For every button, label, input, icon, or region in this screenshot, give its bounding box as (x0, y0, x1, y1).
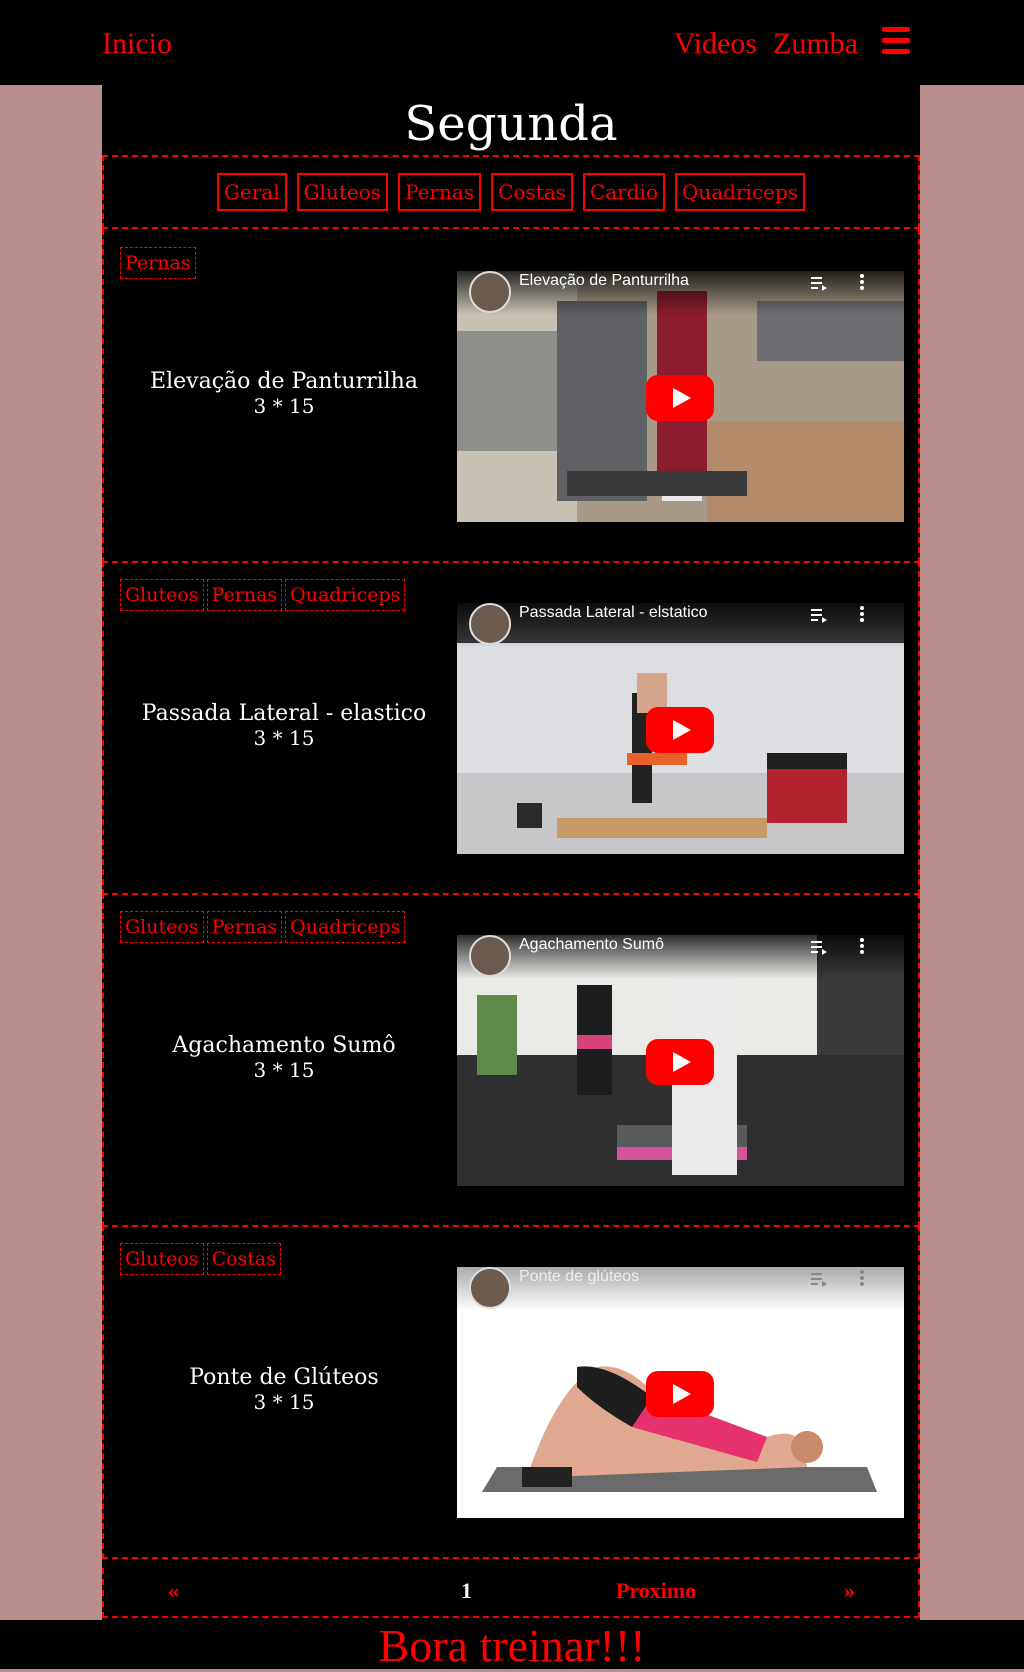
nav-link-videos[interactable]: Videos (674, 24, 757, 64)
exercise-name: Agachamento Sumô (172, 1033, 396, 1058)
exercise-card: Gluteos Costas Ponte de Glúteos 3 * 15 P… (102, 1225, 920, 1559)
tag-quadriceps[interactable]: Quadriceps (285, 911, 406, 943)
channel-avatar[interactable] (469, 271, 511, 313)
pagination-current-page[interactable]: 1 (461, 1578, 472, 1604)
exercise-sets: 3 * 15 (253, 726, 315, 750)
exercise-name: Elevação de Panturrilha (150, 369, 418, 394)
tag-list: Pernas (120, 247, 196, 279)
pagination-next-label[interactable]: Proximo (616, 1578, 696, 1604)
more-options-icon[interactable] (859, 605, 865, 623)
video-title[interactable]: Passada Lateral - elstatico (519, 603, 708, 623)
exercise-name: Passada Lateral - elastico (141, 701, 427, 726)
filter-bar: Geral Gluteos Pernas Costas Cardio Quadr… (102, 155, 920, 229)
top-navbar: Inicio Videos Zumba (0, 0, 1024, 85)
channel-avatar[interactable] (469, 603, 511, 645)
tag-quadriceps[interactable]: Quadriceps (285, 579, 406, 611)
filter-geral[interactable]: Geral (216, 173, 287, 211)
video-title[interactable]: Elevação de Panturrilha (519, 271, 689, 291)
nav-link-inicio[interactable]: Inicio (102, 24, 172, 64)
channel-avatar[interactable] (469, 1267, 511, 1309)
play-button-icon[interactable] (646, 1371, 714, 1417)
video-player[interactable]: Agachamento Sumô (457, 935, 904, 1186)
more-options-icon[interactable] (859, 1269, 865, 1287)
pagination-prev[interactable]: « (168, 1578, 179, 1604)
playlist-icon[interactable] (811, 939, 827, 955)
exercise-card: Gluteos Pernas Quadriceps Passada Latera… (102, 561, 920, 895)
hamburger-menu-icon[interactable] (882, 27, 910, 54)
exercise-sets: 3 * 15 (253, 394, 315, 418)
tag-gluteos[interactable]: Gluteos (120, 1243, 204, 1275)
filter-cardio[interactable]: Cardio (582, 173, 665, 211)
tag-list: Gluteos Pernas Quadriceps (120, 579, 406, 611)
nav-right-links: Videos Zumba (674, 24, 858, 64)
exercise-info: Passada Lateral - elastico 3 * 15 (120, 701, 448, 749)
pagination: « 1 Proximo » (102, 1568, 920, 1618)
tag-pernas[interactable]: Pernas (206, 579, 283, 611)
filter-pernas[interactable]: Pernas (398, 173, 482, 211)
tag-gluteos[interactable]: Gluteos (120, 579, 204, 611)
video-player[interactable]: Passada Lateral - elstatico (457, 603, 904, 854)
exercise-info: Elevação de Panturrilha 3 * 15 (120, 369, 448, 417)
exercise-info: Ponte de Glúteos 3 * 15 (120, 1365, 448, 1413)
playlist-icon[interactable] (811, 607, 827, 623)
more-options-icon[interactable] (859, 273, 865, 291)
exercise-sets: 3 * 15 (253, 1058, 315, 1082)
play-button-icon[interactable] (646, 707, 714, 753)
filter-costas[interactable]: Costas (491, 173, 573, 211)
exercise-sets: 3 * 15 (253, 1390, 315, 1414)
play-button-icon[interactable] (646, 375, 714, 421)
exercise-name: Ponte de Glúteos (189, 1365, 379, 1390)
video-player[interactable]: Elevação de Panturrilha (457, 271, 904, 522)
tag-pernas[interactable]: Pernas (120, 247, 196, 279)
video-player[interactable]: Ponte de glúteos (457, 1267, 904, 1518)
video-title[interactable]: Ponte de glúteos (519, 1267, 639, 1287)
tag-list: Gluteos Pernas Quadriceps (120, 911, 406, 943)
exercise-info: Agachamento Sumô 3 * 15 (120, 1033, 448, 1081)
workout-panel: Segunda Geral Gluteos Pernas Costas Card… (102, 85, 920, 1620)
exercise-card: Gluteos Pernas Quadriceps Agachamento Su… (102, 893, 920, 1227)
page-title: Segunda (404, 96, 618, 152)
filter-gluteos[interactable]: Gluteos (296, 173, 389, 211)
play-button-icon[interactable] (646, 1039, 714, 1085)
tag-gluteos[interactable]: Gluteos (120, 911, 204, 943)
tag-list: Gluteos Costas (120, 1243, 282, 1275)
more-options-icon[interactable] (859, 937, 865, 955)
channel-avatar[interactable] (469, 935, 511, 977)
nav-link-zumba[interactable]: Zumba (773, 24, 858, 64)
exercise-card: Pernas Elevação de Panturrilha 3 * 15 El… (102, 229, 920, 563)
tag-pernas[interactable]: Pernas (206, 911, 283, 943)
playlist-icon[interactable] (811, 275, 827, 291)
pagination-next[interactable]: » (844, 1578, 855, 1604)
filter-quadriceps[interactable]: Quadriceps (674, 173, 806, 211)
tag-costas[interactable]: Costas (206, 1243, 282, 1275)
video-title[interactable]: Agachamento Sumô (519, 935, 664, 955)
playlist-icon[interactable] (811, 1271, 827, 1287)
footer-banner: Bora treinar!!! (0, 1620, 1024, 1671)
